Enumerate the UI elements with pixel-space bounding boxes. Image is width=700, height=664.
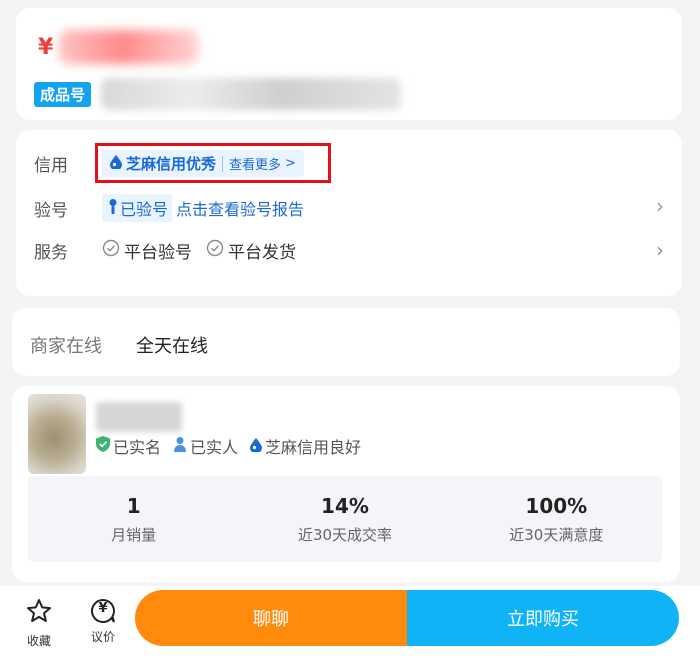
stat-value: 100%: [525, 493, 588, 518]
online-label: 商家在线: [30, 336, 102, 357]
price-currency: ¥: [38, 34, 54, 60]
service-item: 平台发货: [206, 238, 296, 263]
product-badge: 成品号: [34, 81, 92, 107]
verified-tag: 已验号: [102, 194, 173, 222]
verify-row[interactable]: 验号 已验号 点击查看验号报告: [34, 194, 304, 222]
person-icon: [106, 198, 120, 218]
stat-monthly-sales: 1 月销量: [28, 476, 239, 562]
negotiate-button[interactable]: ¥ 议价: [90, 598, 116, 645]
credit-label: 信用: [34, 156, 68, 176]
yuan-glyph: ¥: [98, 601, 108, 616]
service-item-label: 平台验号: [124, 243, 192, 263]
seller-tag-label: 已实名: [113, 438, 162, 457]
stat-satisfaction: 100% 近30天满意度: [451, 476, 662, 562]
seller-tag-label: 已实人: [190, 438, 239, 457]
price-value-blurred: [59, 30, 200, 64]
service-item-label: 平台发货: [228, 243, 296, 263]
bottom-action-bar: 收藏 ¥ 议价 聊聊 立即购买: [0, 586, 700, 664]
service-item: 平台验号: [102, 238, 192, 263]
stat-value: 14%: [321, 493, 369, 518]
yuan-bubble-icon: ¥: [90, 598, 116, 624]
negotiate-label: 议价: [90, 630, 115, 644]
person-icon: [173, 436, 187, 456]
stat-deal-rate: 14% 近30天成交率: [239, 476, 450, 562]
product-row: 成品号: [34, 78, 402, 110]
price-row: ¥: [38, 30, 200, 64]
credit-highlight-box: [95, 143, 331, 183]
shield-check-icon: [96, 436, 110, 456]
chevron-right-icon[interactable]: ›: [656, 238, 664, 262]
verified-tag-label: 已验号: [120, 200, 169, 219]
service-label: 服务: [34, 243, 68, 263]
seller-tag-label: 芝麻信用良好: [265, 438, 362, 457]
verify-label: 验号: [34, 200, 68, 221]
seller-tag: 已实名: [96, 434, 161, 458]
star-icon: [26, 598, 52, 628]
chevron-right-icon[interactable]: ›: [656, 194, 664, 218]
seller-card: 已实名 已实人 芝麻信用良好 1 月销量 14% 近30天成交率 100% 近3…: [12, 386, 680, 582]
stat-label: 月销量: [111, 525, 157, 544]
buy-now-button[interactable]: 立即购买: [407, 590, 679, 646]
sesame-drop-icon: [250, 437, 263, 456]
seller-stats: 1 月销量 14% 近30天成交率 100% 近30天满意度: [28, 476, 662, 562]
check-circle-icon: [102, 239, 120, 262]
check-circle-icon: [206, 239, 224, 262]
avatar[interactable]: [28, 394, 86, 474]
seller-tags: 已实名 已实人 芝麻信用良好: [96, 434, 373, 458]
service-row[interactable]: 服务 平台验号 平台发货: [34, 238, 310, 263]
favorite-button[interactable]: 收藏: [26, 598, 52, 649]
stat-value: 1: [126, 493, 141, 518]
stat-label: 近30天成交率: [297, 525, 393, 544]
online-value: 全天在线: [136, 336, 208, 357]
chat-button[interactable]: 聊聊: [135, 590, 407, 646]
merchant-online-card: 商家在线 全天在线: [12, 308, 680, 376]
price-card: ¥ 成品号: [16, 8, 682, 120]
seller-name-blurred: [96, 402, 182, 432]
stat-label: 近30天满意度: [509, 525, 604, 544]
product-title-blurred: [101, 78, 402, 110]
seller-tag: 芝麻信用良好: [250, 434, 361, 458]
favorite-label: 收藏: [26, 634, 51, 648]
seller-tag: 已实人: [173, 434, 238, 458]
verify-report-link[interactable]: 点击查看验号报告: [176, 196, 304, 220]
